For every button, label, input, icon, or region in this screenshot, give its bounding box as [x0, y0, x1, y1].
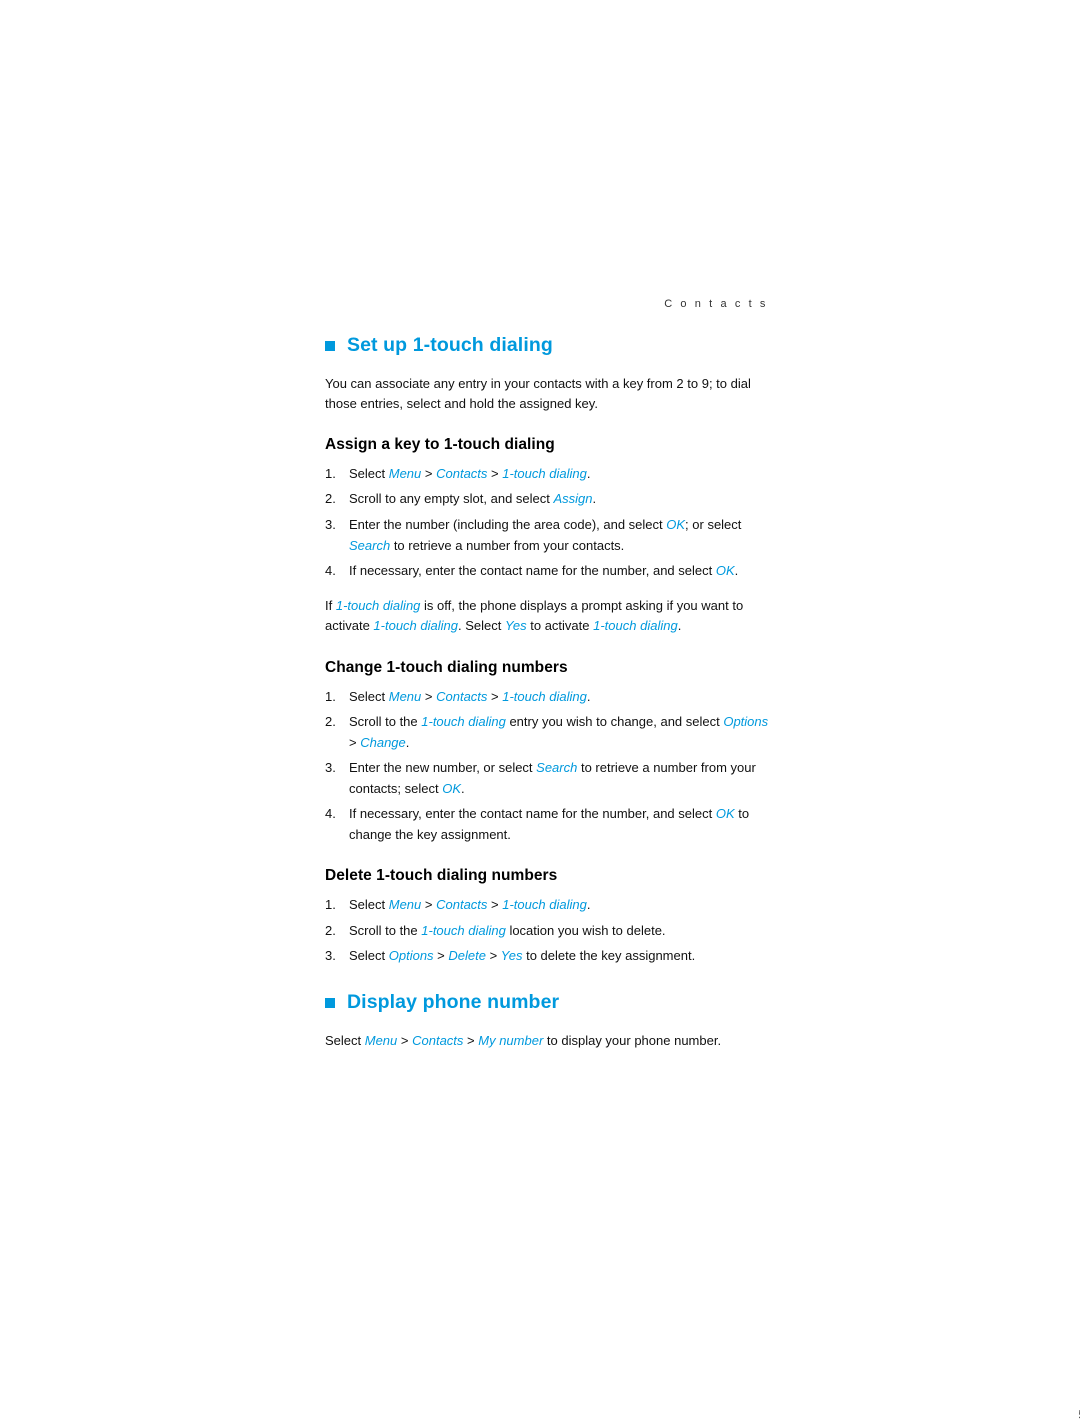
list-item: 4. If necessary, enter the contact name …: [325, 804, 771, 845]
list-item: 1. Select Menu > Contacts > 1-touch dial…: [325, 895, 771, 916]
step-text: If necessary, enter the contact name for…: [349, 563, 739, 579]
step-text: Scroll to the 1-touch dialing entry you …: [349, 714, 769, 750]
step-number: 3.: [325, 760, 336, 776]
section-heading-display-phone-number: Display phone number: [325, 990, 771, 1013]
section-heading-text: Set up 1-touch dialing: [347, 334, 553, 356]
list-item: 1. Select Menu > Contacts > 1-touch dial…: [325, 464, 771, 485]
list-item: 1. Select Menu > Contacts > 1-touch dial…: [325, 687, 771, 708]
note-paragraph-1-touch-dialing-off: If 1-touch dialing is off, the phone dis…: [325, 597, 744, 634]
list-item: 2. Scroll to the 1-touch dialing locatio…: [325, 921, 771, 942]
step-text: Scroll to the 1-touch dialing location y…: [349, 922, 666, 938]
square-bullet-icon: [325, 997, 335, 1008]
list-item: 3. Enter the new number, or select Searc…: [325, 758, 771, 799]
document-page: C o n t a c t s Set up 1-touch dialing Y…: [0, 0, 1080, 1422]
section-heading-setup-1-touch-dialing: Set up 1-touch dialing: [325, 334, 771, 356]
steps-list-delete-numbers: 1. Select Menu > Contacts > 1-touch dial…: [325, 895, 771, 967]
step-number: 1.: [325, 688, 336, 704]
display-phone-number-paragraph: Select Menu > Contacts > My number to di…: [325, 1033, 722, 1049]
steps-list-assign-key: 1. Select Menu > Contacts > 1-touch dial…: [325, 464, 771, 582]
step-number: 4.: [325, 563, 336, 579]
step-number: 1.: [325, 465, 336, 481]
list-item: 3. Enter the number (including the area …: [325, 515, 771, 556]
section-intro-paragraph: You can associate any entry in your cont…: [325, 376, 751, 412]
list-item: 2. Scroll to the 1-touch dialing entry y…: [325, 712, 771, 753]
list-item: 4. If necessary, enter the contact name …: [325, 561, 771, 582]
subsection-heading-assign-key: Assign a key to 1-touch dialing: [325, 435, 555, 453]
page-number: 51: [325, 1407, 1080, 1422]
list-item: 2. Scroll to any empty slot, and select …: [325, 489, 771, 510]
step-text: Select Menu > Contacts > 1-touch dialing…: [349, 688, 591, 704]
list-item: 3. Select Options > Delete > Yes to dele…: [325, 946, 771, 967]
step-text: If necessary, enter the contact name for…: [349, 806, 750, 842]
step-text: Scroll to any empty slot, and select Ass…: [349, 491, 597, 507]
section-heading-text: Display phone number: [347, 990, 560, 1013]
step-number: 1.: [325, 897, 336, 913]
subsection-heading-change-numbers: Change 1-touch dialing numbers: [325, 658, 568, 676]
step-text: Select Options > Delete > Yes to delete …: [349, 948, 696, 964]
step-number: 2.: [325, 491, 336, 507]
step-text: Select Menu > Contacts > 1-touch dialing…: [349, 897, 591, 913]
step-text: Select Menu > Contacts > 1-touch dialing…: [349, 465, 591, 481]
steps-list-change-numbers: 1. Select Menu > Contacts > 1-touch dial…: [325, 687, 771, 846]
step-number: 2.: [325, 714, 336, 730]
step-number: 3.: [325, 517, 336, 532]
step-text: Enter the number (including the area cod…: [349, 517, 742, 553]
running-header: C o n t a c t s: [664, 298, 768, 310]
subsection-heading-delete-numbers: Delete 1-touch dialing numbers: [325, 867, 558, 885]
step-number: 2.: [325, 922, 336, 938]
page-content: Set up 1-touch dialing You can associate…: [325, 334, 1080, 1422]
step-text: Enter the new number, or select Search t…: [349, 760, 756, 796]
step-number: 4.: [325, 806, 336, 822]
step-number: 3.: [325, 948, 336, 964]
square-bullet-icon: [325, 341, 335, 351]
